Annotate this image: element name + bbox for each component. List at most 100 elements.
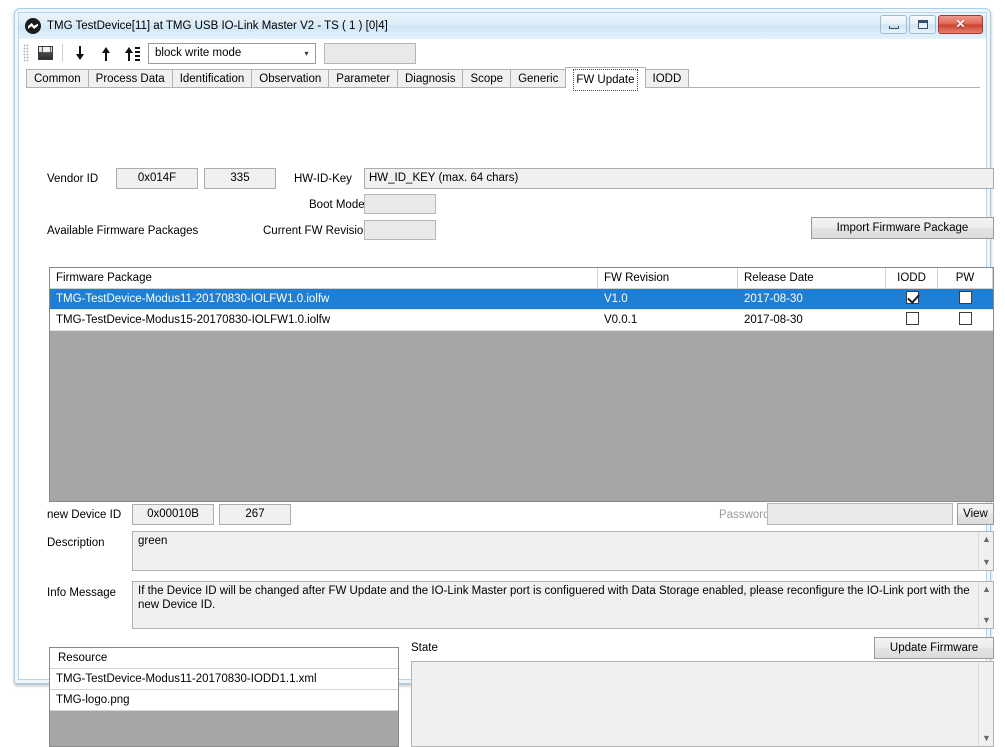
column-header-resource[interactable]: Resource [50, 648, 398, 669]
current-fw-revision-label: Current FW Revision [263, 225, 370, 237]
toolbar-grip[interactable] [23, 44, 29, 62]
pw-checkbox[interactable] [959, 312, 972, 325]
arrow-up-block-icon [123, 46, 141, 61]
maximize-icon [918, 20, 928, 29]
scroll-up-icon[interactable]: ▲ [979, 533, 994, 546]
download-button[interactable] [68, 42, 92, 64]
import-firmware-package-button[interactable]: Import Firmware Package [811, 217, 994, 239]
new-device-id-label: new Device ID [47, 509, 121, 521]
new-device-id-hex-field[interactable]: 0x00010B [132, 504, 214, 525]
list-item[interactable]: TMG-TestDevice-Modus11-20170830-IODD1.1.… [50, 669, 398, 690]
cell-revision: V1.0 [598, 289, 738, 309]
chevron-down-icon: ▾ [300, 49, 313, 58]
tab-observation[interactable]: Observation [251, 69, 329, 88]
password-label: Password [719, 509, 770, 521]
title-bar[interactable]: TMG TestDevice[11] at TMG USB IO-Link Ma… [19, 13, 986, 39]
description-scrollbar[interactable]: ▲ ▼ [978, 532, 993, 570]
description-textarea[interactable]: green ▲ ▼ [132, 531, 994, 571]
column-header-pw[interactable]: PW [938, 268, 993, 288]
minimize-icon [889, 26, 899, 29]
toolbar-status-field[interactable] [324, 43, 416, 64]
window-inner: TMG TestDevice[11] at TMG USB IO-Link Ma… [18, 12, 987, 680]
cell-release-date: 2017-08-30 [738, 289, 886, 309]
window-title: TMG TestDevice[11] at TMG USB IO-Link Ma… [47, 20, 388, 32]
maximize-button[interactable] [909, 15, 936, 34]
application-window: TMG TestDevice[11] at TMG USB IO-Link Ma… [14, 8, 991, 684]
state-scrollbar[interactable]: ▼ [978, 662, 993, 746]
window-controls: ✕ [880, 15, 983, 34]
arrow-down-icon [73, 46, 87, 61]
cell-iodd [886, 310, 938, 330]
boot-mode-field[interactable] [364, 194, 436, 214]
iodd-checkbox[interactable] [906, 291, 919, 304]
password-field[interactable] [767, 503, 953, 525]
info-message-value: If the Device ID will be changed after F… [138, 585, 970, 611]
new-device-id-dec-field[interactable]: 267 [219, 504, 291, 525]
column-header-iodd[interactable]: IODD [886, 268, 938, 288]
scroll-down-icon[interactable]: ▼ [979, 732, 994, 745]
state-label: State [411, 642, 438, 654]
update-firmware-button[interactable]: Update Firmware [874, 637, 994, 659]
tab-fw-update[interactable]: FW Update [565, 67, 645, 88]
tab-generic[interactable]: Generic [510, 69, 566, 88]
column-header-release-date[interactable]: Release Date [738, 268, 886, 288]
tab-label: Identification [180, 73, 245, 85]
arrow-up-icon [99, 46, 113, 61]
table-row[interactable]: TMG-TestDevice-Modus15-20170830-IOLFW1.0… [50, 310, 993, 331]
close-icon: ✕ [939, 16, 982, 33]
firmware-package-table[interactable]: Firmware Package FW Revision Release Dat… [49, 267, 994, 502]
vendor-id-dec-field[interactable]: 335 [204, 168, 276, 189]
toolbar: block write mode ▾ [19, 39, 986, 67]
table-row[interactable]: TMG-TestDevice-Modus11-20170830-IOLFW1.0… [50, 289, 993, 310]
cell-release-date: 2017-08-30 [738, 310, 886, 330]
tab-process-data[interactable]: Process Data [88, 69, 173, 88]
iodd-checkbox[interactable] [906, 312, 919, 325]
cell-pw [938, 289, 993, 309]
tab-identification[interactable]: Identification [172, 69, 253, 88]
list-item[interactable]: TMG-logo.png [50, 690, 398, 711]
tab-label: Common [34, 73, 81, 85]
upload-button[interactable] [94, 42, 118, 64]
resource-list[interactable]: Resource TMG-TestDevice-Modus11-20170830… [49, 647, 399, 747]
tab-underline [26, 87, 980, 88]
scroll-down-icon[interactable]: ▼ [979, 614, 994, 627]
tab-iodd[interactable]: IODD [645, 69, 690, 88]
tab-parameter[interactable]: Parameter [328, 69, 398, 88]
scroll-down-icon[interactable]: ▼ [979, 556, 994, 569]
tab-label: Observation [259, 73, 321, 85]
tab-label: FW Update [573, 69, 637, 91]
available-packages-label: Available Firmware Packages [47, 225, 198, 237]
fw-update-panel: Vendor ID 0x014F 335 HW-ID-Key HW_ID_KEY… [19, 89, 986, 667]
state-panel[interactable]: ▼ [411, 661, 994, 747]
vendor-id-label: Vendor ID [47, 173, 98, 185]
cell-iodd [886, 289, 938, 309]
upload-block-button[interactable] [120, 42, 144, 64]
cell-pw [938, 310, 993, 330]
floppy-disk-icon [38, 46, 53, 60]
minimize-button[interactable] [880, 15, 907, 34]
cell-package: TMG-TestDevice-Modus11-20170830-IOLFW1.0… [50, 289, 598, 309]
tab-label: Diagnosis [405, 73, 456, 85]
info-message-textarea[interactable]: If the Device ID will be changed after F… [132, 581, 994, 629]
column-header-revision[interactable]: FW Revision [598, 268, 738, 288]
pw-checkbox[interactable] [959, 291, 972, 304]
tmg-logo-icon [25, 18, 41, 34]
tab-label: Generic [518, 73, 558, 85]
info-message-scrollbar[interactable]: ▲ ▼ [978, 582, 993, 628]
tab-scope[interactable]: Scope [462, 69, 511, 88]
view-password-button[interactable]: View [957, 503, 994, 525]
column-header-package[interactable]: Firmware Package [50, 268, 598, 288]
current-fw-revision-field[interactable] [364, 220, 436, 240]
write-mode-dropdown[interactable]: block write mode ▾ [148, 43, 316, 64]
cell-revision: V0.0.1 [598, 310, 738, 330]
vendor-id-hex-field[interactable]: 0x014F [116, 168, 198, 189]
tab-diagnosis[interactable]: Diagnosis [397, 69, 464, 88]
hw-id-key-field[interactable]: HW_ID_KEY (max. 64 chars) [364, 168, 994, 189]
description-label: Description [47, 537, 105, 549]
cell-package: TMG-TestDevice-Modus15-20170830-IOLFW1.0… [50, 310, 598, 330]
tab-common[interactable]: Common [26, 69, 89, 88]
tab-label: IODD [653, 73, 682, 85]
close-button[interactable]: ✕ [938, 15, 983, 34]
save-button[interactable] [33, 42, 57, 64]
scroll-up-icon[interactable]: ▲ [979, 583, 994, 596]
